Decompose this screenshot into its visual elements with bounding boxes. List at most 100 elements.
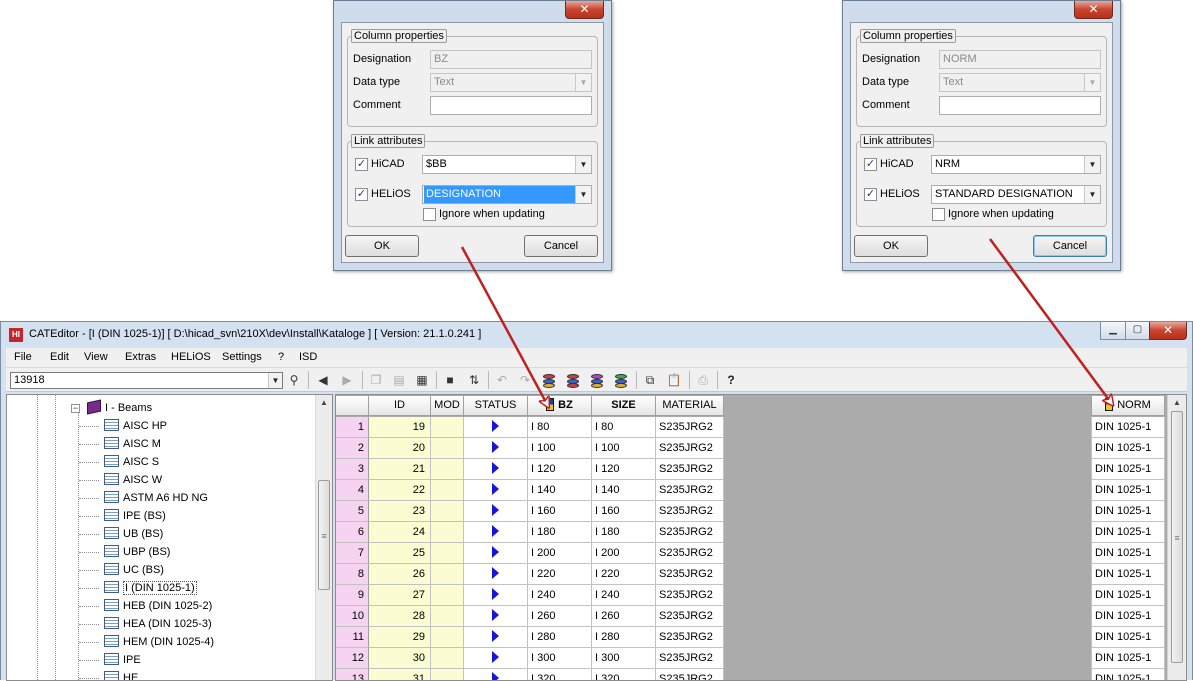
status-cell[interactable] <box>464 480 528 501</box>
row-number-cell[interactable]: 7 <box>336 543 369 564</box>
tree-scrollbar[interactable]: ▲ ≡ <box>315 395 332 680</box>
norm-cell[interactable]: DIN 1025-1 <box>1091 543 1165 564</box>
bz-cell[interactable]: I 100 <box>528 438 592 459</box>
menu-file[interactable]: File <box>14 351 32 363</box>
mod-cell[interactable] <box>431 480 464 501</box>
norm-cell[interactable]: DIN 1025-1 <box>1091 564 1165 585</box>
column-header-size[interactable]: SIZE <box>592 396 656 416</box>
ok-button[interactable]: OK <box>345 235 419 257</box>
norm-cell[interactable]: DIN 1025-1 <box>1091 459 1165 480</box>
material-cell[interactable]: S235JRG2 <box>656 438 724 459</box>
norm-cell[interactable]: DIN 1025-1 <box>1091 627 1165 648</box>
binoculars-icon[interactable]: ⚲ <box>284 371 304 389</box>
material-cell[interactable]: S235JRG2 <box>656 543 724 564</box>
mod-cell[interactable] <box>431 459 464 480</box>
comment-field[interactable] <box>430 96 592 115</box>
size-cell[interactable]: I 120 <box>592 459 656 480</box>
column-header-norm[interactable]: NORM <box>1091 396 1165 416</box>
column-header-material[interactable]: MATERIAL <box>656 396 724 416</box>
hicad-checkbox[interactable]: ✓ <box>355 158 368 171</box>
close-button[interactable]: ✕ <box>1149 322 1187 340</box>
norm-cell[interactable]: DIN 1025-1 <box>1091 669 1165 680</box>
status-cell[interactable] <box>464 564 528 585</box>
tree-node[interactable]: I (DIN 1025-1) <box>104 579 197 597</box>
undo-icon[interactable]: ↶ <box>492 371 512 389</box>
size-cell[interactable]: I 220 <box>592 564 656 585</box>
tree-node[interactable]: HEB (DIN 1025-2) <box>104 597 212 615</box>
menu-extras[interactable]: Extras <box>125 351 156 363</box>
helios-select[interactable]: STANDARD DESIGNATION ▼ <box>931 185 1101 204</box>
grid-scrollbar[interactable]: ▲ ≡ <box>1167 395 1186 680</box>
scroll-thumb[interactable]: ≡ <box>318 480 330 590</box>
mod-cell[interactable] <box>431 522 464 543</box>
dialog-close-button[interactable]: ✕ <box>565 1 604 19</box>
database-icon[interactable] <box>611 371 631 389</box>
print-icon[interactable]: ⎙ <box>693 371 713 389</box>
norm-cell[interactable]: DIN 1025-1 <box>1091 501 1165 522</box>
row-number-cell[interactable]: 11 <box>336 627 369 648</box>
bz-cell[interactable]: I 160 <box>528 501 592 522</box>
id-cell[interactable]: 25 <box>369 543 431 564</box>
dialog-close-button[interactable]: ✕ <box>1074 1 1113 19</box>
menu-help[interactable]: ? <box>278 351 284 363</box>
mod-cell[interactable] <box>431 543 464 564</box>
tree-node[interactable]: ASTM A6 HD NG <box>104 489 208 507</box>
size-cell[interactable]: I 240 <box>592 585 656 606</box>
hicad-select[interactable]: $BB ▼ <box>422 155 592 174</box>
size-cell[interactable]: I 260 <box>592 606 656 627</box>
id-cell[interactable]: 26 <box>369 564 431 585</box>
bz-cell[interactable]: I 120 <box>528 459 592 480</box>
tree-node[interactable]: IPE (BS) <box>104 507 166 525</box>
menu-isd[interactable]: ISD <box>299 351 317 363</box>
tree-node-i-beams[interactable]: I - Beams <box>87 399 152 417</box>
helios-checkbox[interactable]: ✓ <box>864 188 877 201</box>
row-number-cell[interactable]: 5 <box>336 501 369 522</box>
row-number-cell[interactable]: 2 <box>336 438 369 459</box>
material-cell[interactable]: S235JRG2 <box>656 501 724 522</box>
forward-icon[interactable]: ▶ <box>337 371 357 389</box>
remove-database-icon[interactable] <box>563 371 583 389</box>
norm-cell[interactable]: DIN 1025-1 <box>1091 606 1165 627</box>
menu-settings[interactable]: Settings <box>222 351 262 363</box>
paste-icon[interactable]: 📋 <box>664 371 684 389</box>
bz-cell[interactable]: I 300 <box>528 648 592 669</box>
table-properties-icon[interactable]: ▦ <box>412 371 432 389</box>
tree-node[interactable]: HEA (DIN 1025-3) <box>104 615 212 633</box>
mod-cell[interactable] <box>431 417 464 438</box>
id-cell[interactable]: 31 <box>369 669 431 680</box>
insert-database-icon[interactable] <box>587 371 607 389</box>
status-cell[interactable] <box>464 585 528 606</box>
tree-node[interactable]: IPE <box>104 651 141 669</box>
status-cell[interactable] <box>464 438 528 459</box>
back-icon[interactable]: ◀ <box>313 371 333 389</box>
norm-cell[interactable]: DIN 1025-1 <box>1091 522 1165 543</box>
column-header-mod[interactable]: MOD <box>431 396 464 416</box>
status-cell[interactable] <box>464 501 528 522</box>
mod-cell[interactable] <box>431 564 464 585</box>
mod-cell[interactable] <box>431 606 464 627</box>
redo-icon[interactable]: ↷ <box>515 371 535 389</box>
size-cell[interactable]: I 180 <box>592 522 656 543</box>
helios-select[interactable]: DESIGNATION ▼ <box>422 185 592 204</box>
comment-field[interactable] <box>939 96 1101 115</box>
status-cell[interactable] <box>464 627 528 648</box>
id-cell[interactable]: 28 <box>369 606 431 627</box>
column-header-id[interactable]: ID <box>369 396 431 416</box>
norm-cell[interactable]: DIN 1025-1 <box>1091 438 1165 459</box>
tree-node[interactable]: AISC W <box>104 471 162 489</box>
mod-cell[interactable] <box>431 648 464 669</box>
chevron-down-icon[interactable]: ▼ <box>575 186 591 203</box>
size-cell[interactable]: I 140 <box>592 480 656 501</box>
size-cell[interactable]: I 100 <box>592 438 656 459</box>
menu-view[interactable]: View <box>84 351 108 363</box>
status-cell[interactable] <box>464 543 528 564</box>
norm-cell[interactable]: DIN 1025-1 <box>1091 480 1165 501</box>
mod-cell[interactable] <box>431 438 464 459</box>
bz-cell[interactable]: I 240 <box>528 585 592 606</box>
status-cell[interactable] <box>464 648 528 669</box>
chevron-down-icon[interactable]: ▼ <box>1084 186 1100 203</box>
column-header-status[interactable]: STATUS <box>464 396 528 416</box>
bz-cell[interactable]: I 260 <box>528 606 592 627</box>
document-icon[interactable]: ▤ <box>389 371 409 389</box>
id-cell[interactable]: 21 <box>369 459 431 480</box>
